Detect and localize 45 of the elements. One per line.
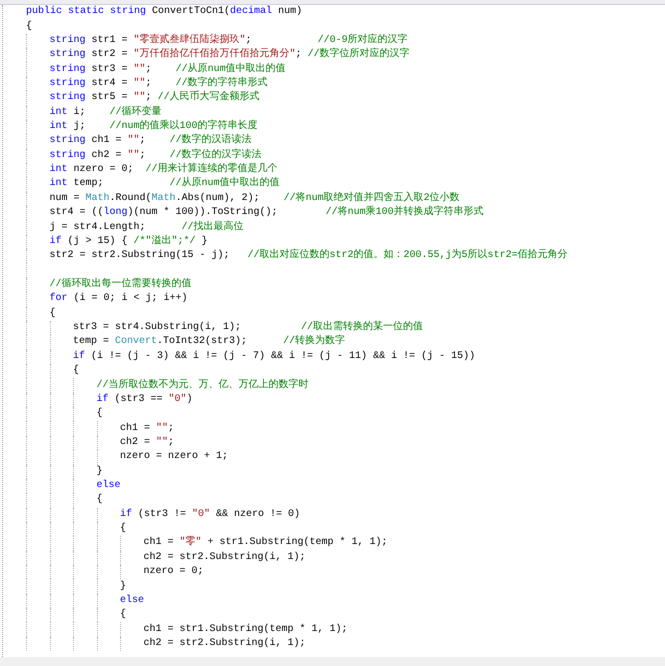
- code-line: ch1 = str1.Substring(temp * 1, 1);: [144, 622, 348, 637]
- code-line: string ch1 = ""; //数字的汉语读法: [50, 134, 252, 148]
- code-line: {: [73, 364, 80, 378]
- code-line: string str3 = ""; //从原num值中取出的值: [50, 62, 286, 76]
- code-line: {: [120, 608, 126, 622]
- code-line: {: [120, 522, 126, 536]
- code-line: if (str3 == "0"): [96, 392, 193, 407]
- code-line: //当所取位数不为元、万、亿、万亿上的数字时: [96, 378, 309, 393]
- code-line: else: [96, 479, 121, 494]
- code-line: ch1 = "";: [120, 422, 174, 436]
- code-line: for (i = 0; i < j; i++): [50, 292, 188, 306]
- code-line: ch2 = "";: [120, 436, 174, 450]
- code-line: {: [96, 407, 103, 422]
- code-line: public static string ConvertToCn1(decimal num): [26, 5, 302, 20]
- code-line: int nzero = 0; //用来计算连续的零值是几个: [50, 163, 278, 176]
- code-line: nzero = nzero + 1;: [120, 450, 228, 464]
- code-line: if (i != (j - 3) && i != (j - 7) && i != (j - 11) && i != (j - 15)): [73, 350, 476, 364]
- code-line: string str2 = "万仟佰拾亿仟佰拾万仟佰拾元角分"; //数字位所对应的汉字: [50, 48, 410, 62]
- code-line: ch2 = str2.Substring(i, 1);: [144, 636, 306, 651]
- code-line: int temp; //从原num值中取出的值: [50, 177, 280, 192]
- code-line: int j; //num的值乘以100的字符串长度: [50, 120, 258, 134]
- code-line: if (j > 15) { /*"溢出";*/ }: [50, 234, 208, 249]
- code-line: string str1 = "零壹贰叁肆伍陆柒捌玖"; //0-9所对应的汉字: [50, 34, 408, 48]
- code-line: temp = Convert.ToInt32(str3); //转换为数字: [73, 335, 346, 350]
- code-line: j = str4.Length; //找出最高位: [50, 220, 244, 234]
- code-line: string str5 = ""; //人民币大写金额形式: [50, 91, 260, 106]
- code-line: str3 = str4.Substring(i, 1); //取出需转换的某一位的值: [73, 321, 424, 334]
- code-line: ch1 = "零" + str1.Substring(temp * 1, 1);: [144, 536, 388, 550]
- code-line: if (str3 != "0" && nzero != 0): [120, 508, 300, 522]
- code-line: {: [96, 493, 103, 508]
- code-line: //循环取出每一位需要转换的值: [50, 278, 192, 292]
- code-line: {: [26, 20, 32, 34]
- code-line: ch2 = str2.Substring(i, 1);: [144, 550, 306, 565]
- code-line: }: [96, 464, 103, 479]
- code-line: nzero = 0;: [144, 565, 204, 580]
- code-line: string ch2 = ""; //数字位的汉字读法: [50, 148, 262, 162]
- code-line: int i; //循环变量: [50, 106, 162, 120]
- code-line: str2 = str2.Substring(15 - j); //取出对应位数的str2的值。如：200.55,j为5所以str2=佰拾元角分: [50, 249, 568, 264]
- code-line: {: [50, 306, 56, 321]
- code-line: string str4 = ""; //数字的字符串形式: [50, 76, 268, 90]
- code-line: }: [120, 580, 126, 594]
- code-line: str4 = ((long)(num * 100)).ToString(); //将num乘100并转换成字符串形式: [50, 206, 484, 220]
- code-line: num = Math.Round(Math.Abs(num), 2); //将num取绝对值并四舍五入取2位小数: [50, 192, 460, 206]
- horizontal-scrollbar[interactable]: [0, 657, 665, 666]
- code-line: else: [120, 594, 144, 608]
